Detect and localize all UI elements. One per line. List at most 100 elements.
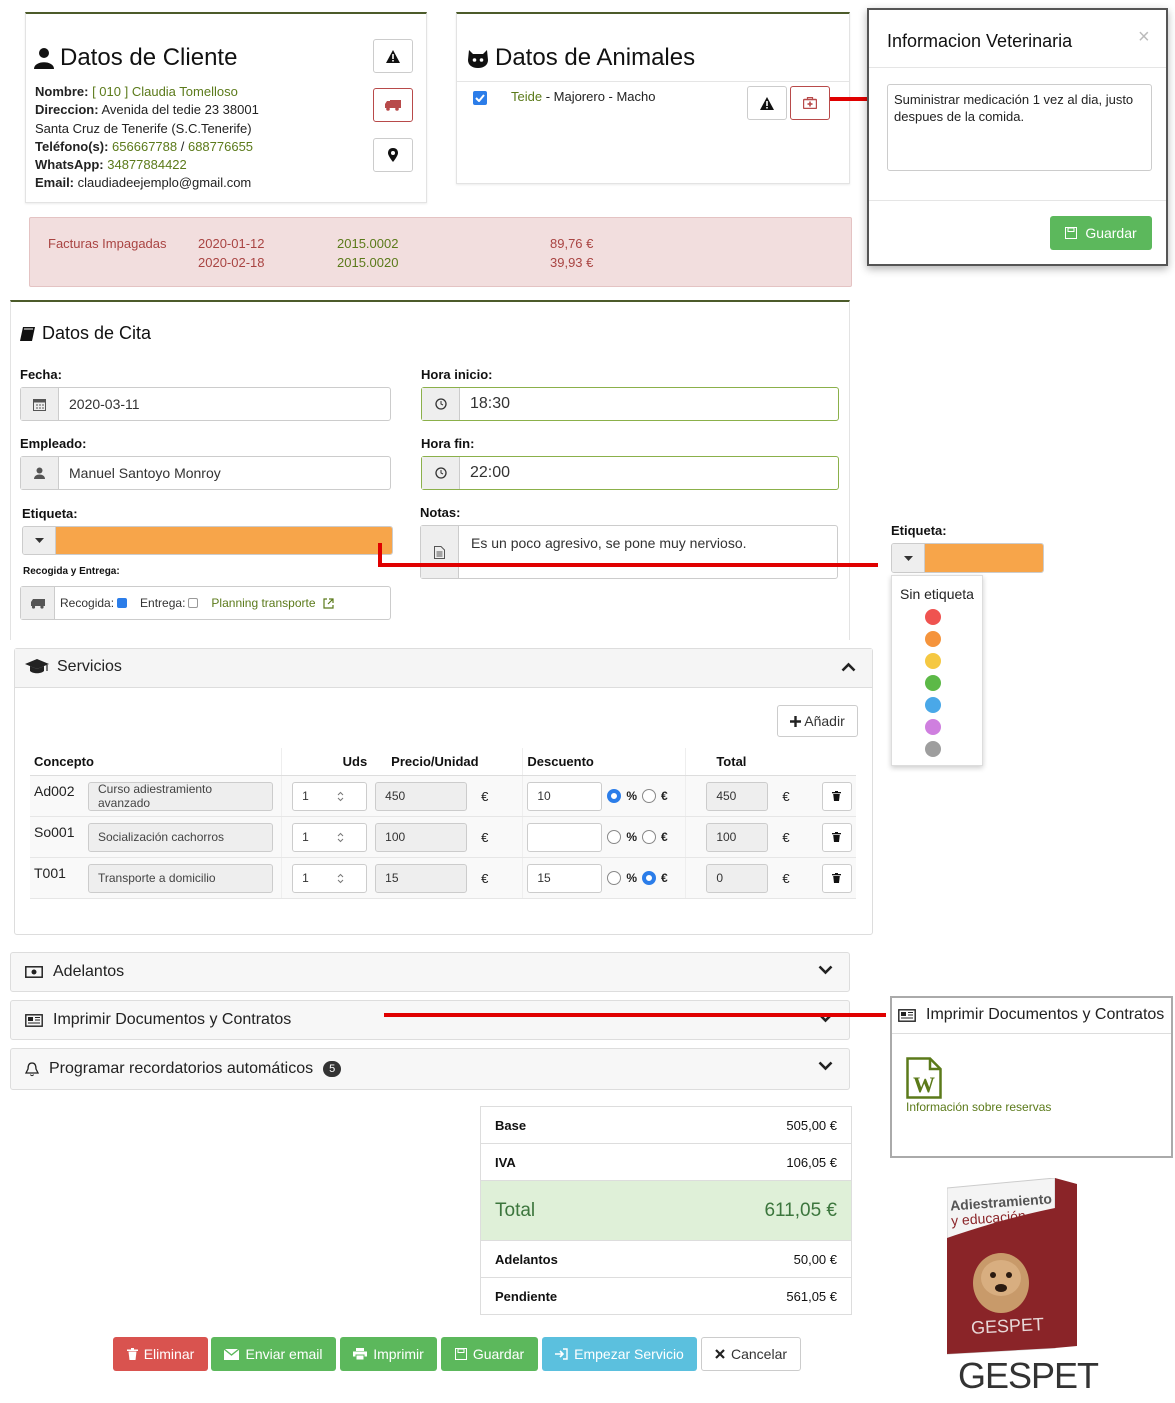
service-name-field[interactable]: Curso adiestramiento avanzado bbox=[88, 781, 273, 811]
discount-field[interactable]: 15 bbox=[527, 863, 603, 893]
recogida-checkbox[interactable] bbox=[117, 598, 128, 608]
etiqueta-color-option[interactable] bbox=[925, 675, 941, 691]
servicios-header[interactable] bbox=[15, 649, 872, 688]
spinner-arrows-icon[interactable] bbox=[337, 832, 344, 843]
delete-row-button[interactable] bbox=[821, 863, 852, 893]
discount-euro-radio[interactable] bbox=[642, 871, 657, 885]
etiqueta-none-option[interactable]: Sin etiqueta bbox=[900, 586, 974, 602]
recordatorios-accordion[interactable]: Programar recordatorios automáticos 5 bbox=[10, 1048, 850, 1090]
cliente-title: Datos de Cliente bbox=[34, 44, 237, 72]
quantity-stepper[interactable]: 1 bbox=[292, 822, 368, 852]
chevron-up-icon[interactable] bbox=[841, 662, 856, 672]
clock-icon bbox=[434, 398, 447, 410]
discount-field[interactable]: 10 bbox=[527, 781, 603, 811]
etiqueta-dropdown-toggle[interactable] bbox=[23, 527, 56, 554]
cliente-transport-button[interactable] bbox=[373, 88, 413, 122]
vet-modal-close-icon[interactable]: × bbox=[1138, 26, 1150, 49]
uds-cell: 1 bbox=[281, 816, 372, 858]
telefono1-link[interactable]: 656667788 bbox=[112, 139, 177, 154]
adelantos-accordion[interactable]: Adelantos bbox=[10, 952, 850, 992]
etiqueta-color-option[interactable] bbox=[925, 741, 941, 757]
quantity-stepper[interactable]: 1 bbox=[292, 781, 368, 811]
vet-notes-textarea[interactable]: Suministrar medicación 1 vez al dia, jus… bbox=[887, 84, 1152, 171]
empleado-label: Empleado: bbox=[20, 436, 87, 451]
etiqueta-color-option[interactable] bbox=[925, 697, 941, 713]
nombre-label: Nombre: bbox=[35, 84, 89, 99]
cancelar-button[interactable]: Cancelar bbox=[701, 1337, 801, 1371]
etiqueta-popup-select[interactable] bbox=[891, 543, 1044, 573]
etiqueta-color-option[interactable] bbox=[925, 719, 941, 735]
word-document-icon[interactable]: W bbox=[906, 1057, 942, 1099]
enviar-email-button[interactable]: Enviar email bbox=[211, 1337, 336, 1371]
spinner-arrows-icon[interactable] bbox=[337, 791, 344, 802]
cliente-alert-button[interactable] bbox=[373, 39, 413, 73]
etiqueta-color-option[interactable] bbox=[925, 609, 941, 625]
eliminar-button[interactable]: Eliminar bbox=[113, 1337, 208, 1371]
animal-medical-button[interactable] bbox=[790, 86, 830, 120]
guardar-button[interactable]: Guardar bbox=[441, 1337, 538, 1371]
animal-details: - Majorero - Macho bbox=[542, 89, 656, 104]
animal-alert-button[interactable] bbox=[747, 86, 787, 120]
cliente-nombre-link[interactable]: [ 010 ] Claudia Tomelloso bbox=[92, 84, 238, 99]
etiqueta-color-option[interactable] bbox=[925, 631, 941, 647]
service-name-field[interactable]: Transporte a domicilio bbox=[88, 863, 273, 893]
col-actions bbox=[817, 748, 856, 776]
hora-inicio-input[interactable]: 18:30 bbox=[421, 387, 839, 421]
animal-checkbox[interactable] bbox=[473, 91, 487, 105]
discount-percent-radio[interactable] bbox=[607, 871, 622, 885]
price-field[interactable]: 100 bbox=[375, 822, 468, 852]
delete-row-button[interactable] bbox=[821, 822, 852, 852]
cliente-map-button[interactable] bbox=[373, 138, 413, 172]
discount-euro-radio[interactable] bbox=[642, 789, 657, 803]
notas-textarea[interactable]: Es un poco agresivo, se pone muy nervios… bbox=[420, 525, 838, 579]
discount-percent-radio[interactable] bbox=[607, 830, 622, 844]
spinner-arrows-icon[interactable] bbox=[337, 873, 344, 884]
factura-number-link[interactable]: 2015.0020 bbox=[337, 255, 398, 270]
price-value: 15 bbox=[385, 871, 399, 885]
empezar-servicio-button[interactable]: Empezar Servicio bbox=[542, 1337, 697, 1371]
doc-reservas-link[interactable]: Información sobre reservas bbox=[906, 1100, 1051, 1114]
etiqueta-popup-toggle[interactable] bbox=[892, 544, 925, 572]
trash-icon bbox=[832, 873, 842, 883]
planning-transporte-link[interactable]: Planning transporte bbox=[211, 596, 315, 610]
telefono2-link[interactable]: 688776655 bbox=[188, 139, 253, 154]
vet-save-button[interactable]: Guardar bbox=[1050, 216, 1152, 250]
empleado-addon bbox=[21, 457, 59, 489]
total-currency: € bbox=[782, 829, 790, 845]
service-name-field[interactable]: Socialización cachorros bbox=[88, 822, 273, 852]
whatsapp-link[interactable]: 34877884422 bbox=[107, 157, 187, 172]
factura-number-link[interactable]: 2015.0002 bbox=[337, 236, 398, 251]
empleado-input[interactable]: Manuel Santoyo Monroy bbox=[20, 456, 391, 490]
hora-fin-input[interactable]: 22:00 bbox=[421, 456, 839, 490]
facturas-label: Facturas Impagadas bbox=[48, 236, 167, 251]
delete-row-button[interactable] bbox=[821, 781, 852, 811]
etiqueta-color-option[interactable] bbox=[925, 653, 941, 669]
add-service-button[interactable]: Añadir bbox=[777, 705, 858, 737]
discount-percent-radio[interactable] bbox=[607, 789, 622, 803]
animal-name-link[interactable]: Teide bbox=[511, 89, 542, 104]
discount-field[interactable] bbox=[527, 822, 603, 852]
price-field[interactable]: 15 bbox=[375, 863, 468, 893]
resumen-total-row: Total 611,05 € bbox=[480, 1181, 852, 1241]
price-field[interactable]: 450 bbox=[375, 781, 468, 811]
fecha-input[interactable]: 2020-03-11 bbox=[20, 387, 391, 421]
etiqueta-popup-label: Etiqueta: bbox=[891, 523, 947, 538]
medkit-icon bbox=[803, 97, 817, 109]
bell-icon bbox=[25, 1061, 39, 1076]
discount-euro-radio[interactable] bbox=[642, 830, 657, 844]
entrega-checkbox[interactable] bbox=[188, 598, 199, 608]
imprimir-accordion[interactable]: Imprimir Documentos y Contratos bbox=[10, 1000, 850, 1040]
imprimir-button[interactable]: Imprimir bbox=[340, 1337, 437, 1371]
row-total-value: 100 bbox=[716, 830, 737, 844]
actions-cell bbox=[817, 816, 856, 858]
servicios-title-text: Servicios bbox=[57, 658, 122, 675]
table-row: T001 Transporte a domicilio 1 15 €15% €0 € bbox=[30, 857, 856, 899]
quantity-stepper[interactable]: 1 bbox=[292, 863, 368, 893]
imprimir-label: Imprimir bbox=[373, 1346, 424, 1362]
etiqueta-select[interactable] bbox=[22, 526, 393, 555]
etiqueta-dropdown-menu: Sin etiqueta bbox=[891, 575, 983, 766]
factura-date: 2020-01-12 bbox=[198, 236, 265, 251]
precio-cell: 450 € bbox=[371, 775, 523, 817]
vet-modal-header-divider bbox=[869, 67, 1166, 68]
recordatorios-title: Programar recordatorios automáticos bbox=[49, 1060, 314, 1077]
